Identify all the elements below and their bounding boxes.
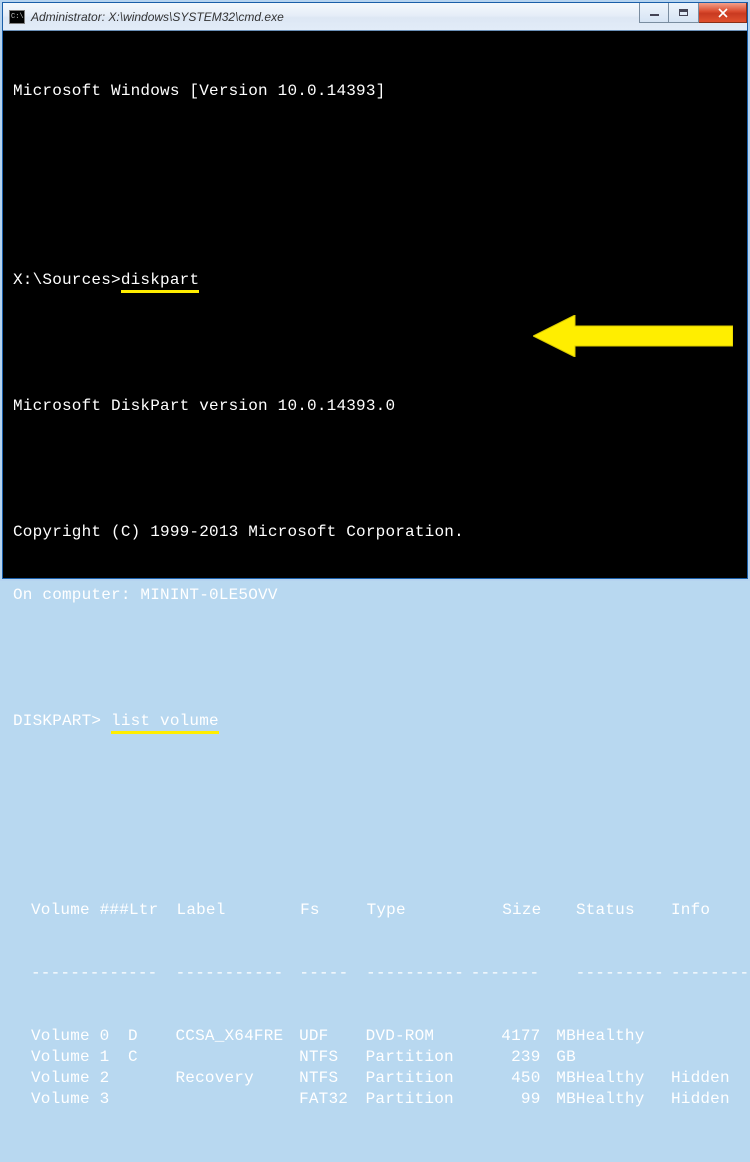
- cell-size-unit: MB: [547, 1068, 576, 1089]
- cell-label: [175, 1047, 299, 1068]
- cell-size: 239: [470, 1047, 546, 1068]
- cell-size-unit: MB: [547, 1089, 576, 1110]
- table-row: Volume 0DCCSA_X64FREUDFDVD-ROM4177 MBHea…: [13, 1026, 747, 1047]
- cell-ltr: [128, 1089, 176, 1110]
- table-row: Volume 1C NTFSPartition239 GB: [13, 1047, 747, 1068]
- cell-type: Partition: [366, 1047, 471, 1068]
- cell-volume: Volume 1: [13, 1047, 128, 1068]
- cell-status: Healthy: [576, 1026, 671, 1047]
- cell-size: 4177: [470, 1026, 546, 1047]
- cell-size-unit: MB: [547, 1026, 576, 1047]
- cmd-icon: [9, 10, 25, 24]
- cell-label: [175, 1089, 299, 1110]
- col-ltr: Ltr: [129, 900, 177, 921]
- cell-status: Healthy: [576, 1068, 671, 1089]
- prompt: X:\Sources>: [13, 271, 121, 289]
- output-line: Microsoft Windows [Version 10.0.14393]: [13, 81, 747, 102]
- cell-info: Hidden: [671, 1089, 747, 1110]
- minimize-button[interactable]: [639, 3, 669, 23]
- cmd-window: Administrator: X:\windows\SYSTEM32\cmd.e…: [2, 2, 748, 579]
- cell-fs: UDF: [299, 1026, 366, 1047]
- col-size: Size: [471, 900, 547, 921]
- cell-size-unit: GB: [547, 1047, 576, 1068]
- window-controls: [639, 3, 747, 23]
- cell-ltr: C: [128, 1047, 176, 1068]
- output-line: Microsoft DiskPart version 10.0.14393.0: [13, 396, 747, 417]
- cell-volume: Volume 3: [13, 1089, 128, 1110]
- cell-label: CCSA_X64FRE: [175, 1026, 299, 1047]
- maximize-button[interactable]: [669, 3, 699, 23]
- cell-volume: Volume 0: [13, 1026, 128, 1047]
- titlebar[interactable]: Administrator: X:\windows\SYSTEM32\cmd.e…: [3, 3, 747, 31]
- prompt-line: X:\Sources>diskpart: [13, 270, 747, 291]
- command-diskpart: diskpart: [121, 271, 199, 293]
- cell-label: Recovery: [175, 1068, 299, 1089]
- cell-info: [671, 1026, 747, 1047]
- close-button[interactable]: [699, 3, 747, 23]
- output-line: Copyright (C) 1999-2013 Microsoft Corpor…: [13, 522, 747, 543]
- col-volume: Volume ###: [13, 900, 129, 921]
- col-label: Label: [177, 900, 301, 921]
- cell-type: Partition: [366, 1089, 471, 1110]
- col-type: Type: [367, 900, 472, 921]
- table-header: Volume ### Ltr Label Fs Type Size Status…: [13, 900, 747, 921]
- command-list-volume: list volume: [111, 712, 219, 734]
- cell-ltr: D: [128, 1026, 176, 1047]
- cell-type: DVD-ROM: [366, 1026, 471, 1047]
- table-row: Volume 3 FAT32Partition99 MBHealthyHidden: [13, 1089, 747, 1110]
- cell-info: [671, 1047, 747, 1068]
- table-row: Volume 2 RecoveryNTFSPartition450 MBHealt…: [13, 1068, 747, 1089]
- cell-fs: NTFS: [299, 1047, 366, 1068]
- cell-status: [576, 1047, 671, 1068]
- prompt-line: DISKPART> list volume: [13, 711, 747, 732]
- table-divider: ---------- --- ----------- ----- -------…: [13, 963, 747, 984]
- volume-table: Volume ### Ltr Label Fs Type Size Status…: [13, 858, 747, 1152]
- cell-type: Partition: [366, 1068, 471, 1089]
- terminal-output[interactable]: Microsoft Windows [Version 10.0.14393] X…: [3, 31, 747, 578]
- col-fs: Fs: [300, 900, 367, 921]
- diskpart-prompt: DISKPART>: [13, 712, 111, 730]
- cell-size: 99: [470, 1089, 546, 1110]
- window-title: Administrator: X:\windows\SYSTEM32\cmd.e…: [31, 10, 284, 24]
- cell-size: 450: [470, 1068, 546, 1089]
- cell-ltr: [128, 1068, 176, 1089]
- cell-volume: Volume 2: [13, 1068, 128, 1089]
- cell-fs: FAT32: [299, 1089, 366, 1110]
- output-line: On computer: MININT-0LE5OVV: [13, 585, 747, 606]
- cell-status: Healthy: [576, 1089, 671, 1110]
- cell-fs: NTFS: [299, 1068, 366, 1089]
- col-info: Info: [671, 900, 747, 921]
- col-status: Status: [576, 900, 671, 921]
- cell-info: Hidden: [671, 1068, 747, 1089]
